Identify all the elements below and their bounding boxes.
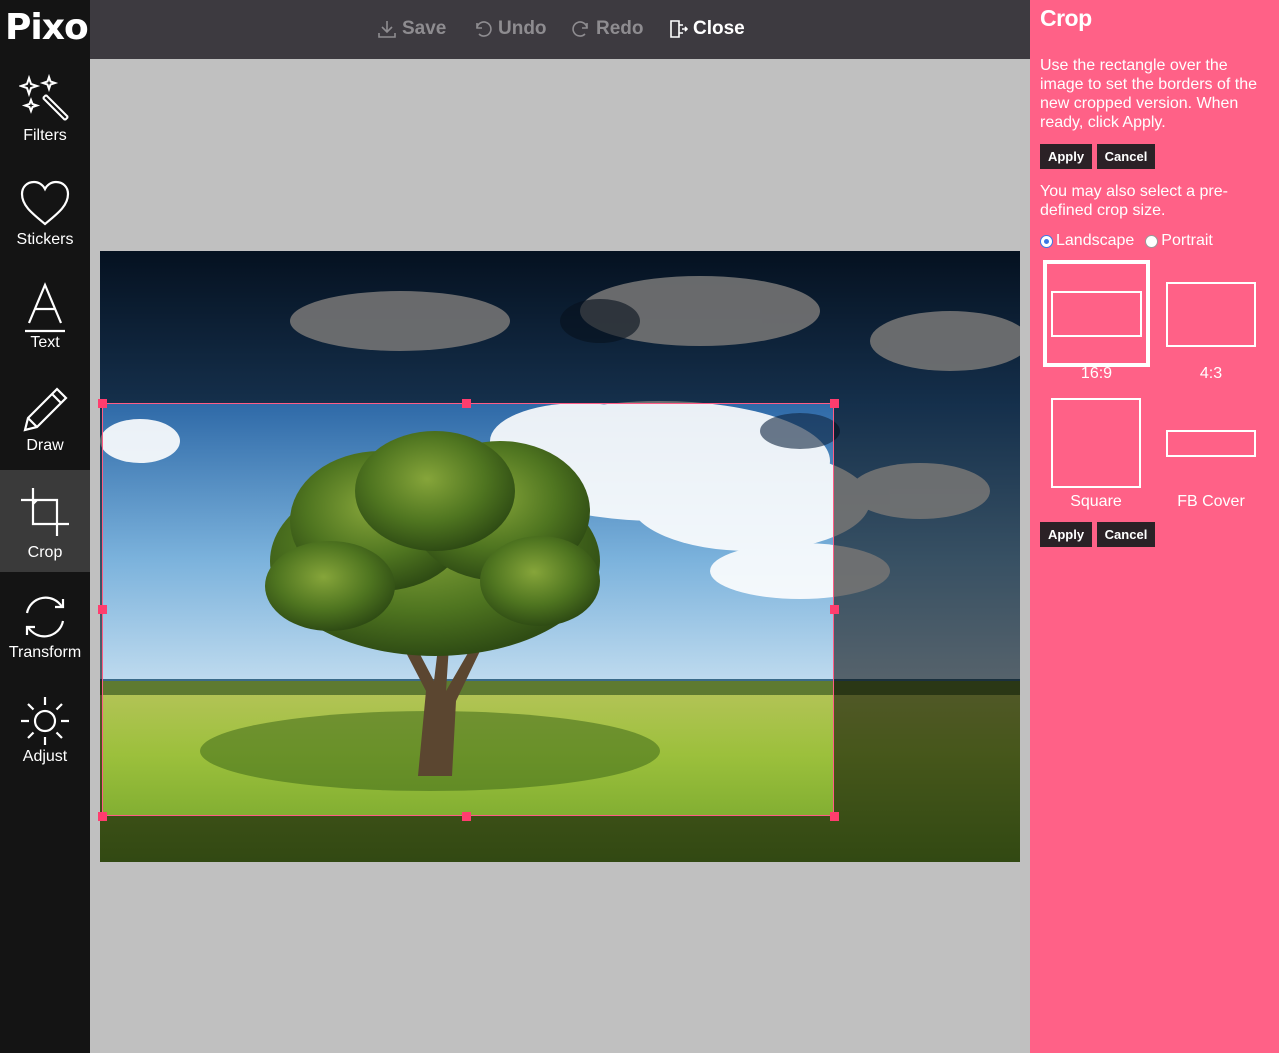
close-label: Close xyxy=(693,18,745,39)
panel-title: Crop xyxy=(1040,5,1092,31)
preset-shape xyxy=(1166,430,1256,457)
crop-dim-top xyxy=(100,251,1020,403)
orientation-radios: Landscape Portrait xyxy=(1040,232,1213,250)
close-button[interactable]: Close xyxy=(668,16,745,42)
save-label: Save xyxy=(402,18,447,39)
crop-icon xyxy=(21,488,69,536)
crop-handle-top-left[interactable] xyxy=(98,399,107,408)
crop-handle-bottom[interactable] xyxy=(462,812,471,821)
preset-shape xyxy=(1166,282,1256,347)
tool-label: Crop xyxy=(27,544,63,561)
tool-label: Adjust xyxy=(22,748,68,765)
text-a-icon xyxy=(25,282,65,333)
tool-label: Stickers xyxy=(16,231,74,248)
landscape-radio[interactable] xyxy=(1040,234,1053,248)
crop-instructions: Use the rectangle over the image to set … xyxy=(1040,57,1258,131)
save-button[interactable]: Save xyxy=(377,16,446,42)
magic-wand-icon xyxy=(19,74,69,121)
portrait-radio[interactable] xyxy=(1145,234,1159,248)
apply-button-bottom[interactable]: Apply xyxy=(1040,522,1092,547)
tool-label: Text xyxy=(30,334,60,351)
tool-label: Filters xyxy=(23,127,67,144)
predefined-text: You may also select a pre-defined crop s… xyxy=(1040,183,1228,219)
download-icon xyxy=(378,21,396,38)
landscape-label: Landscape xyxy=(1056,232,1135,249)
crop-dim-right xyxy=(834,403,1020,816)
crop-handle-left[interactable] xyxy=(98,605,107,614)
preset-fb-cover[interactable]: FB Cover xyxy=(1166,398,1256,513)
sidebar: Pixo Filters Stickers Text Draw Crop Tra… xyxy=(0,0,90,1053)
tool-label: Draw xyxy=(26,437,64,454)
crop-handle-bottom-right[interactable] xyxy=(830,812,839,821)
undo-button[interactable]: Undo xyxy=(473,16,547,42)
tool-filters[interactable]: Filters xyxy=(0,66,90,168)
preset-label: 4:3 xyxy=(1199,365,1223,382)
apply-button[interactable]: Apply xyxy=(1040,144,1092,169)
top-toolbar: Save Undo Redo Close xyxy=(90,0,1030,59)
crop-dim-bottom xyxy=(100,816,1020,862)
pencil-icon xyxy=(23,387,68,432)
crop-handle-top-right[interactable] xyxy=(830,399,839,408)
crop-rectangle[interactable] xyxy=(102,403,834,816)
crop-panel: Crop Use the rectangle over the image to… xyxy=(1030,0,1279,1053)
undo-label: Undo xyxy=(498,18,547,39)
redo-button[interactable]: Redo xyxy=(571,16,644,42)
redo-icon xyxy=(572,21,588,37)
editor-canvas xyxy=(90,59,1030,1053)
undo-icon xyxy=(476,21,492,37)
tool-transform[interactable]: Transform xyxy=(0,583,90,685)
preset-16-9[interactable]: 16:9 xyxy=(1043,260,1150,385)
cancel-button-bottom[interactable]: Cancel xyxy=(1097,522,1155,547)
tool-crop[interactable]: Crop xyxy=(0,470,90,572)
preset-label: Square xyxy=(1070,493,1122,510)
rotate-icon xyxy=(25,596,65,638)
preset-label: FB Cover xyxy=(1177,493,1245,510)
tool-adjust[interactable]: Adjust xyxy=(0,687,90,789)
tool-draw[interactable]: Draw xyxy=(0,376,90,478)
preset-shape xyxy=(1051,398,1141,488)
exit-door-icon xyxy=(670,20,688,38)
sun-icon xyxy=(21,697,69,745)
cancel-button[interactable]: Cancel xyxy=(1097,144,1155,169)
tool-label: Transform xyxy=(8,644,82,661)
tool-stickers[interactable]: Stickers xyxy=(0,170,90,272)
preset-shape xyxy=(1051,291,1142,337)
crop-handle-right[interactable] xyxy=(830,605,839,614)
crop-handle-top[interactable] xyxy=(462,399,471,408)
portrait-label: Portrait xyxy=(1161,232,1213,249)
heart-icon xyxy=(20,180,70,226)
crop-handle-bottom-left[interactable] xyxy=(98,812,107,821)
tool-text[interactable]: Text xyxy=(0,273,90,375)
preset-4-3[interactable]: 4:3 xyxy=(1166,260,1256,385)
app-logo: Pixo xyxy=(5,7,89,48)
preset-square[interactable]: Square xyxy=(1051,398,1141,513)
preset-label: 16:9 xyxy=(1080,365,1113,382)
redo-label: Redo xyxy=(596,18,644,39)
